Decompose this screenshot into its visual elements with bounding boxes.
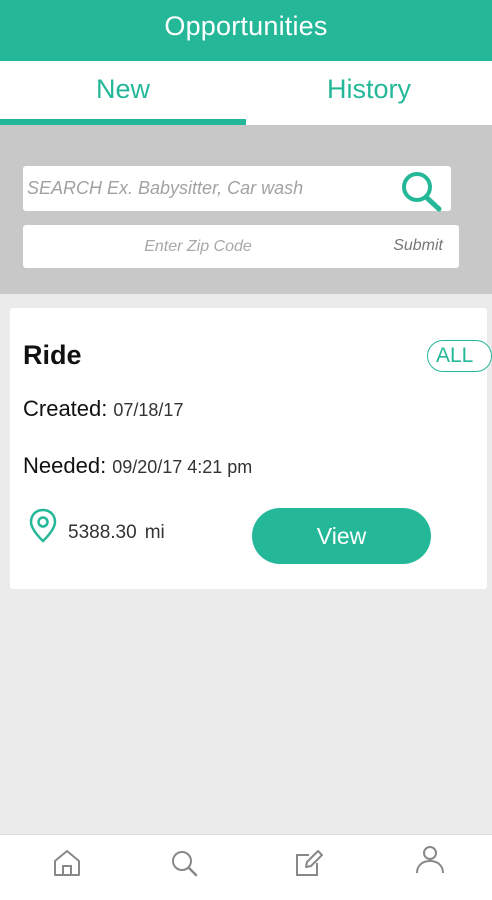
submit-button[interactable]: Submit — [393, 237, 443, 255]
needed-row: Needed: 09/20/17 4:21 pm — [23, 453, 252, 479]
search-box — [23, 166, 451, 212]
search-icon[interactable] — [399, 170, 445, 212]
distance: 5388.30 mi — [68, 522, 165, 544]
tab-new[interactable]: New — [0, 61, 246, 125]
distance-unit: mi — [144, 522, 165, 543]
zip-code-box: Submit — [23, 225, 459, 268]
profile-icon[interactable] — [414, 843, 446, 875]
needed-value: 09/20/17 4:21 pm — [112, 457, 253, 477]
zip-code-input[interactable] — [23, 225, 373, 268]
location-pin-icon — [29, 508, 57, 543]
distance-value: 5388.30 — [68, 522, 137, 543]
home-icon[interactable] — [51, 847, 83, 879]
created-row: Created: 07/18/17 — [23, 396, 183, 422]
bottom-nav — [0, 834, 492, 900]
opportunity-title: Ride — [23, 340, 82, 370]
tab-history[interactable]: History — [246, 61, 492, 125]
created-value: 07/18/17 — [113, 400, 184, 420]
edit-icon[interactable] — [293, 847, 325, 879]
opportunity-card: Ride ALL Created: 07/18/17 Needed: 09/20/1… — [10, 308, 492, 589]
search-panel: Submit — [0, 125, 492, 294]
category-badge[interactable]: ALL — [427, 340, 492, 372]
view-button[interactable]: View — [252, 508, 431, 564]
needed-label: Needed: — [23, 453, 107, 478]
app-header: Opportunities — [0, 0, 492, 61]
tab-bar: New History — [0, 61, 492, 125]
page-title: Opportunities — [164, 11, 328, 41]
search-input[interactable] — [27, 166, 367, 211]
created-label: Created: — [23, 396, 108, 421]
search-icon[interactable] — [168, 847, 200, 879]
